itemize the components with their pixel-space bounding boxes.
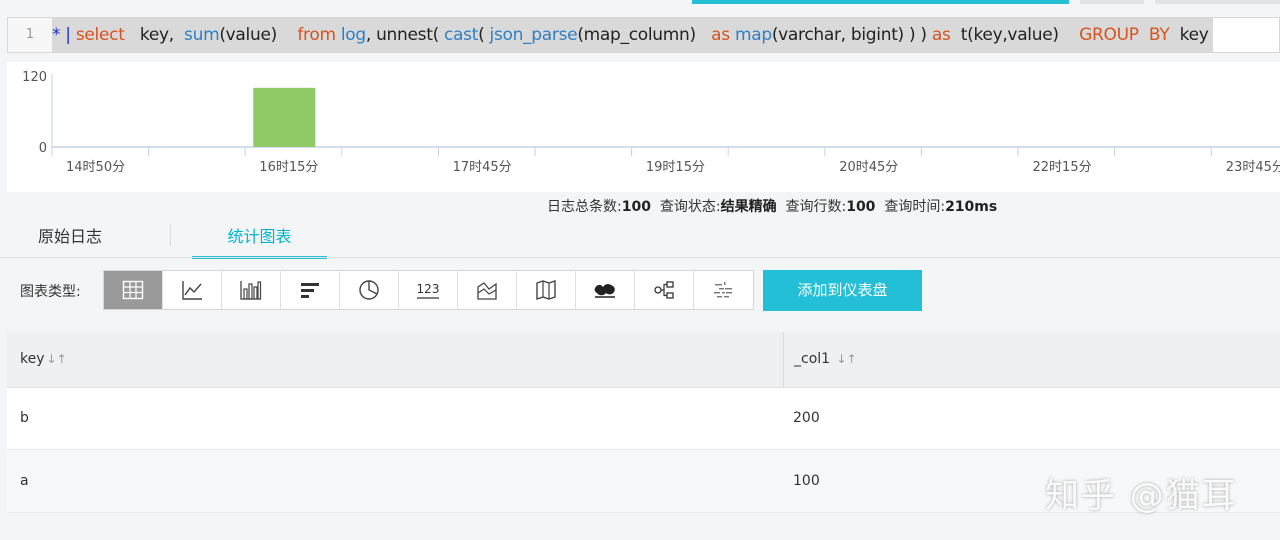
chart-type-bar[interactable] — [222, 271, 281, 309]
chart-type-selector: 123 — [103, 270, 754, 310]
chart-type-label: 图表类型: — [20, 284, 81, 300]
table-icon — [122, 280, 144, 300]
cell-col1: 100 — [793, 473, 820, 489]
query-token: (varchar, bigint) ) ) — [771, 25, 932, 45]
bar-chart-icon — [240, 281, 262, 300]
tab-raw-logs[interactable]: 原始日志 — [38, 218, 128, 256]
column-header-col1[interactable]: _col1 ↓↑ — [794, 332, 857, 387]
line-chart-icon — [182, 281, 202, 300]
query-rows-label: 查询行数: — [785, 199, 847, 215]
query-token: json_parse — [489, 25, 578, 45]
query-token: t(key,value) — [950, 25, 1080, 45]
number-icon-text: 123 — [417, 282, 440, 296]
sort-icon[interactable]: ↓↑ — [837, 352, 857, 366]
column-header-key[interactable]: key ↓↑ — [20, 332, 67, 387]
chart-type-map[interactable] — [517, 271, 576, 309]
x-tick-label: 17时45分 — [453, 160, 512, 175]
cell-key: a — [20, 473, 29, 489]
query-status-label: 查询状态: — [659, 199, 721, 215]
tab-statistics-chart[interactable]: 统计图表 — [192, 218, 327, 259]
chart-type-pie[interactable] — [340, 271, 399, 309]
result-tabs: 原始日志 统计图表 — [0, 218, 1280, 259]
x-tick-label: 16时15分 — [259, 160, 318, 175]
x-tick-label: 19时15分 — [646, 160, 705, 175]
line-number: 1 — [8, 18, 52, 52]
histogram-panel: 120 0 14时50分 16时15分 17时45分 19时15分 20时45分 22时15分… — [7, 62, 1280, 192]
query-text[interactable]: * | select key, sum(value) from log, unn… — [52, 18, 1213, 52]
chart-type-line[interactable] — [163, 271, 222, 309]
top-button-1[interactable] — [1080, 0, 1144, 4]
area-chart-icon — [477, 282, 497, 300]
query-token: from — [276, 25, 336, 45]
column-header-key-label: key — [20, 351, 45, 367]
query-token: log — [335, 25, 366, 45]
chart-type-horizontal-bar[interactable] — [281, 271, 340, 309]
map-icon — [536, 280, 556, 300]
cell-key: b — [20, 410, 29, 426]
query-token: key — [1169, 25, 1209, 45]
tab-underline — [0, 257, 1280, 258]
x-tick-label: 20时45分 — [839, 160, 898, 175]
total-count-value: 100 — [621, 199, 651, 215]
world-map-icon — [594, 283, 615, 298]
chart-type-world-map[interactable] — [576, 271, 635, 309]
chart-type-flow[interactable] — [635, 271, 694, 309]
tab-divider — [170, 224, 171, 246]
query-token: select — [75, 25, 125, 45]
flow-icon — [654, 281, 674, 299]
column-header-col1-label: _col1 — [794, 351, 831, 367]
top-button-2[interactable] — [1155, 0, 1280, 4]
table-row: b 200 — [7, 387, 1280, 450]
query-token: (value) — [219, 25, 277, 45]
y-tick-label: 0 — [39, 141, 47, 156]
query-token: cast — [444, 25, 479, 45]
query-token: as — [931, 25, 951, 45]
query-token: key, — [124, 25, 185, 45]
cell-col1: 200 — [793, 410, 820, 426]
query-editor[interactable]: 1 * | select key, sum(value) from log, u… — [7, 17, 1280, 53]
histogram-bar — [253, 87, 316, 147]
histogram-chart: 120 0 14时50分 16时15分 17时45分 19时15分 20时45分 22时15分… — [22, 70, 1280, 175]
query-token: GROUP BY — [1079, 25, 1170, 45]
chart-type-number[interactable]: 123 — [399, 271, 458, 309]
query-token: * | — [52, 25, 76, 45]
x-tick-label: 23时45分 — [1226, 160, 1280, 175]
query-status-value: 结果精确 — [720, 199, 777, 215]
chart-type-area[interactable] — [458, 271, 517, 309]
query-time-value: 210ms — [945, 199, 998, 215]
query-token: ( — [478, 25, 490, 45]
chart-type-word-cloud[interactable] — [694, 271, 753, 309]
query-token: (map_column) — [577, 25, 712, 45]
add-to-dashboard-button[interactable]: 添加到仪表盘 — [763, 270, 922, 311]
query-rows-value: 100 — [846, 199, 876, 215]
number-icon: 123 — [417, 282, 440, 299]
column-divider — [783, 332, 784, 387]
query-token: sum — [184, 25, 220, 45]
chart-type-table[interactable] — [104, 271, 163, 309]
query-token: map — [729, 25, 772, 45]
horizontal-bar-icon — [301, 283, 319, 298]
x-tick-label: 22时15分 — [1033, 160, 1092, 175]
total-count-label: 日志总条数: — [547, 199, 622, 215]
x-tick-label: 14时50分 — [66, 160, 125, 175]
watermark: 知乎 @猫耳 — [1045, 476, 1238, 516]
y-tick-label: 120 — [22, 70, 47, 85]
query-stats: 日志总条数:100 查询状态:结果精确 查询行数:100 查询时间:210ms — [547, 196, 997, 216]
sort-icon[interactable]: ↓↑ — [47, 352, 67, 366]
top-toolbar-strip — [0, 0, 1280, 4]
query-time-label: 查询时间: — [884, 199, 946, 215]
query-token: as — [711, 25, 730, 45]
pie-chart-icon — [359, 280, 379, 300]
word-cloud-icon — [713, 282, 732, 298]
top-active-indicator — [692, 0, 1069, 4]
query-token: , unnest( — [365, 25, 445, 45]
table-header: key ↓↑ _col1 ↓↑ — [7, 332, 1280, 388]
